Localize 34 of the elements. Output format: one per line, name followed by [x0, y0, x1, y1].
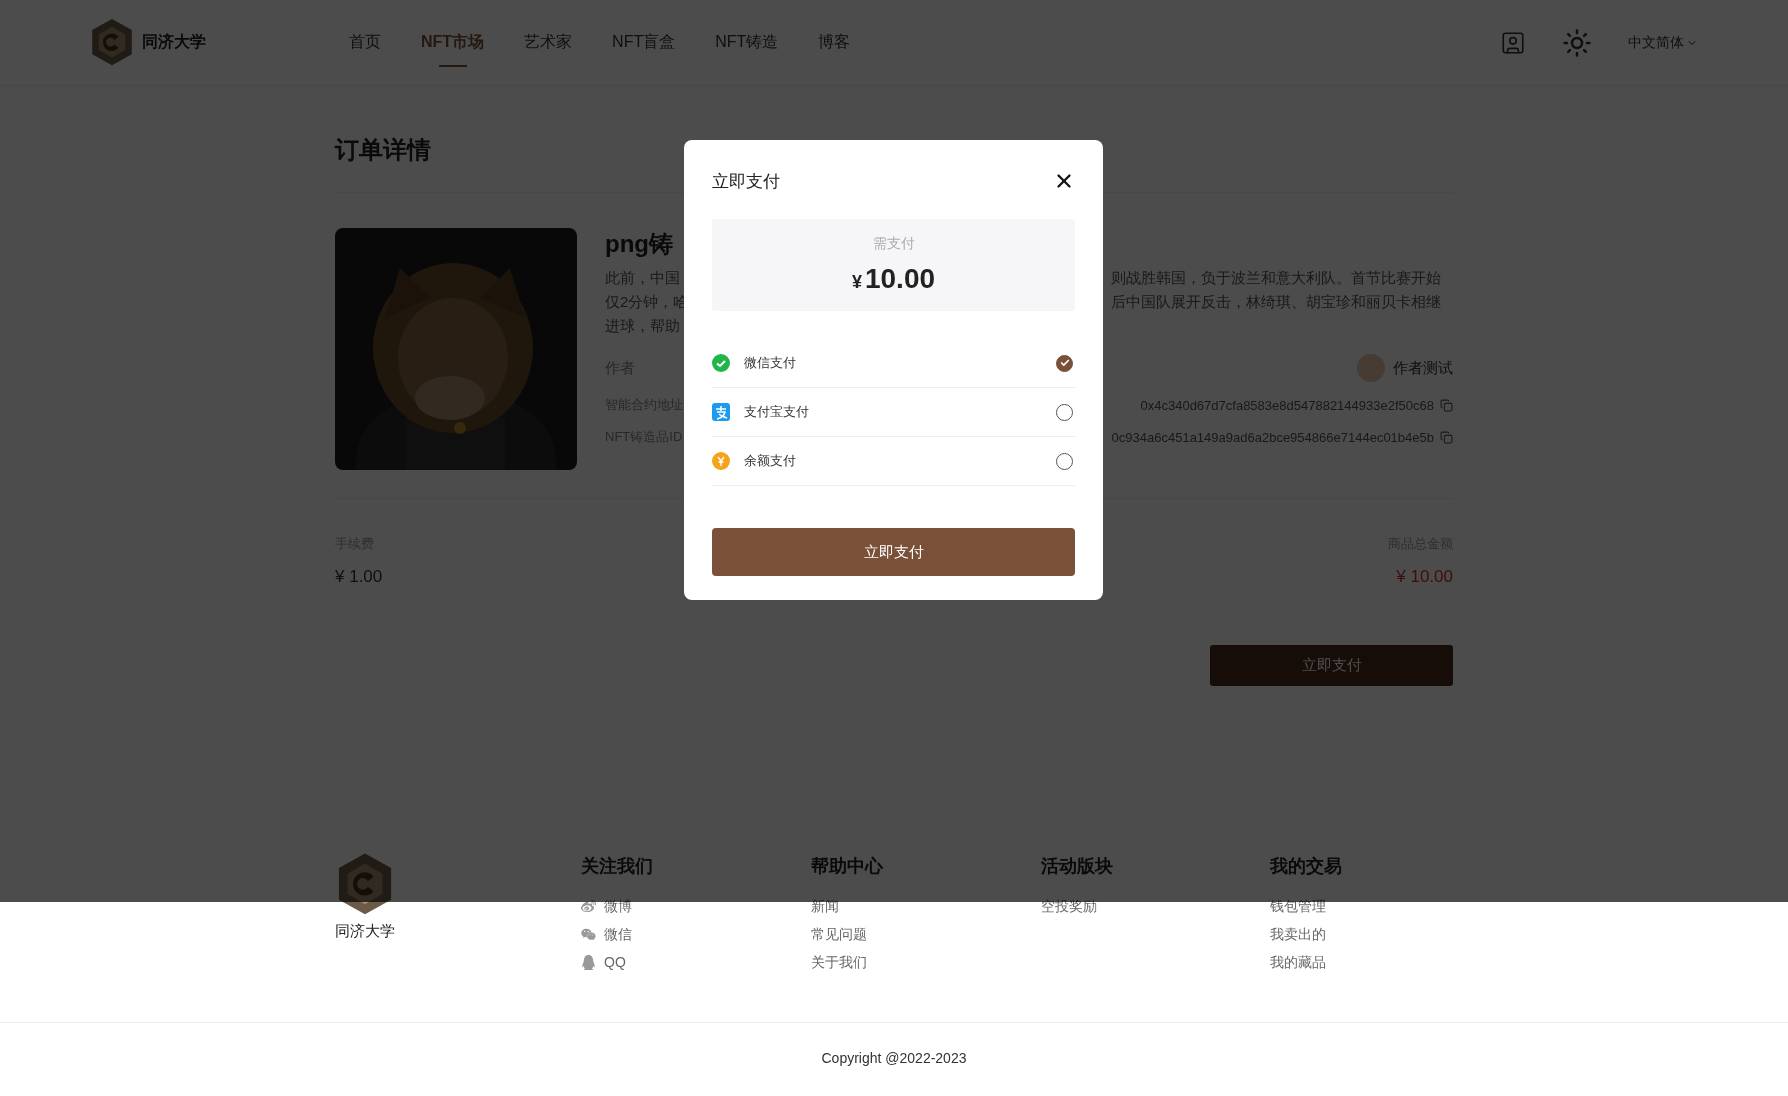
radio-button[interactable] — [1056, 403, 1073, 421]
total-amount: ¥ 10.00 — [1396, 567, 1453, 587]
footer-link[interactable]: QQ — [581, 948, 811, 976]
chat-bubble-icon — [712, 354, 730, 372]
radio-button[interactable] — [1056, 354, 1073, 372]
fee-amount: ¥ 1.00 — [335, 567, 383, 587]
footer-heading: 关注我们 — [581, 855, 654, 878]
coin-icon — [712, 452, 730, 470]
product-title: png铸 — [605, 229, 673, 259]
amount-value: 10.00 — [864, 263, 936, 295]
footer-link[interactable]: 常见问题 — [811, 920, 1041, 948]
alipay-icon — [712, 403, 730, 421]
footer-link[interactable]: 微信 — [581, 920, 811, 948]
copyright-text: Copyright @2022-2023 — [821, 1050, 967, 1066]
footer-link[interactable]: 关于我们 — [811, 948, 1041, 976]
check-icon — [1059, 358, 1070, 368]
dialog-title: 立即支付 — [712, 170, 780, 193]
amount-label: 需支付 — [872, 235, 915, 253]
footer-link[interactable]: 微博 — [581, 892, 811, 920]
footer-link[interactable]: 我的藏品 — [1270, 948, 1453, 976]
author-name: 作者测试 — [1393, 358, 1453, 378]
payment-method-label[interactable]: 余额支付 — [744, 452, 1042, 470]
footer-heading: 我的交易 — [1270, 855, 1343, 878]
footer-heading: 活动版块 — [1041, 855, 1114, 878]
radio-button[interactable] — [1056, 452, 1073, 470]
currency-symbol: ¥ — [851, 272, 862, 293]
penguin-icon — [581, 954, 596, 970]
pay-now-button[interactable]: 立即支付 — [712, 528, 1075, 576]
footer-link[interactable]: 我卖出的 — [1270, 920, 1453, 948]
payment-method-label[interactable]: 支付宝支付 — [744, 403, 1042, 421]
footer-heading: 帮助中心 — [811, 855, 884, 878]
payment-method-label[interactable]: 微信支付 — [744, 354, 1042, 372]
wechat-icon — [581, 926, 596, 942]
brand-name: 同济大学 — [335, 921, 395, 941]
